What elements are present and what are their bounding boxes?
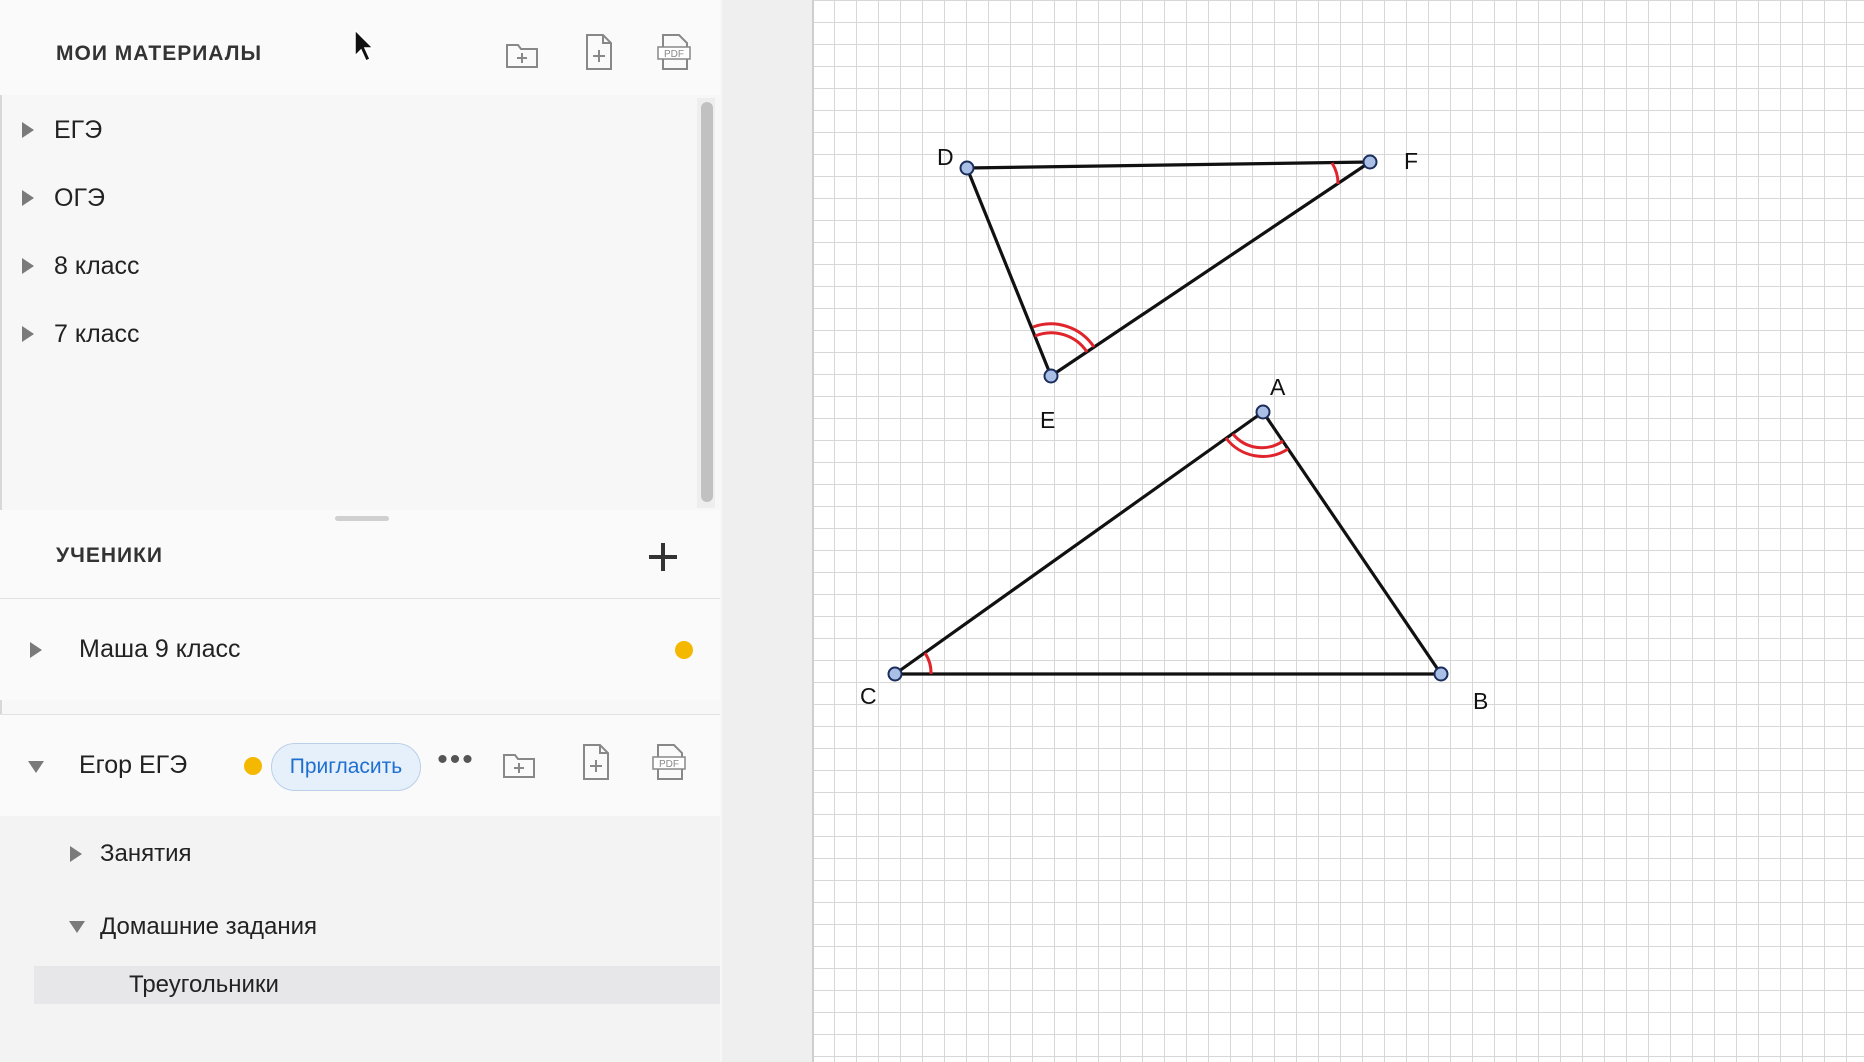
tree-item-grade-8[interactable]: 8 класс xyxy=(22,246,140,286)
add-student-button[interactable] xyxy=(646,540,680,574)
sidebar-gap xyxy=(722,0,812,1062)
status-dot xyxy=(244,757,262,775)
app-window: МОИ МАТЕРИАЛЫ PDF ЕГЭ ОГЭ 8 класс 7 клас… xyxy=(0,0,1864,1062)
expand-arrow-icon[interactable] xyxy=(22,326,34,342)
materials-title: МОИ МАТЕРИАЛЫ xyxy=(56,42,263,65)
more-options-button[interactable]: ••• xyxy=(434,745,478,780)
students-header: УЧЕНИКИ xyxy=(0,510,720,598)
mouse-cursor-icon xyxy=(354,28,375,63)
expand-arrow-icon[interactable] xyxy=(22,190,34,206)
add-folder-icon xyxy=(506,44,538,68)
add-file-icon xyxy=(583,744,609,780)
status-dot xyxy=(675,641,693,659)
file-triangles[interactable]: Треугольники xyxy=(129,971,279,999)
svg-text:PDF: PDF xyxy=(659,759,679,770)
students-title: УЧЕНИКИ xyxy=(56,544,163,567)
expand-arrow-icon[interactable] xyxy=(22,122,34,138)
expand-arrow-icon[interactable] xyxy=(30,642,42,658)
export-pdf-button[interactable]: PDF xyxy=(652,28,696,76)
invite-button[interactable]: Пригласить xyxy=(271,743,421,791)
svg-text:PDF: PDF xyxy=(664,49,684,60)
tree-item-grade-7[interactable]: 7 класс xyxy=(22,314,140,354)
tree-item-label: 7 класс xyxy=(54,319,140,348)
folder-lessons[interactable]: Занятия xyxy=(100,840,192,868)
expand-arrow-icon[interactable] xyxy=(70,846,82,862)
pdf-icon: PDF xyxy=(652,744,686,780)
add-folder-icon xyxy=(503,754,535,778)
student-add-folder-button[interactable] xyxy=(497,740,541,788)
student-export-pdf-button[interactable]: PDF xyxy=(647,738,691,786)
geometry-canvas[interactable] xyxy=(812,0,1864,1062)
student-name: Маша 9 класс xyxy=(79,635,241,663)
student-add-file-button[interactable] xyxy=(573,738,617,786)
folder-homework[interactable]: Домашние задания xyxy=(100,913,317,941)
student-name: Егор ЕГЭ xyxy=(79,751,188,779)
panel-resize-handle[interactable] xyxy=(335,516,389,521)
pdf-icon: PDF xyxy=(657,34,691,70)
tree-item-label: ОГЭ xyxy=(54,183,105,212)
materials-scrollbar-thumb[interactable] xyxy=(701,102,713,502)
collapse-arrow-icon[interactable] xyxy=(28,761,44,773)
add-file-icon xyxy=(586,34,612,70)
tree-item-label: 8 класс xyxy=(54,251,140,280)
add-folder-button[interactable] xyxy=(500,30,544,78)
tree-item-label: ЕГЭ xyxy=(54,115,103,144)
add-file-button[interactable] xyxy=(576,28,620,76)
expand-arrow-icon[interactable] xyxy=(22,258,34,274)
collapse-arrow-icon[interactable] xyxy=(69,921,85,933)
student-row-masha[interactable]: Маша 9 класс xyxy=(0,598,720,700)
canvas-border xyxy=(812,0,814,1062)
tree-item-oge[interactable]: ОГЭ xyxy=(22,178,105,218)
tree-item-ege[interactable]: ЕГЭ xyxy=(22,110,102,150)
